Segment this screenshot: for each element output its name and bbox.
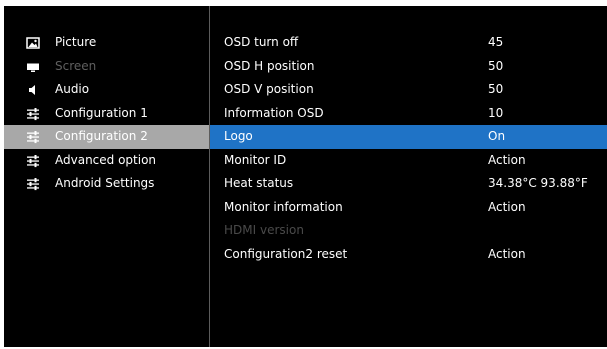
setting-label: HDMI version [224,223,304,237]
setting-label: OSD turn off [224,35,299,49]
sliders-icon [26,107,40,121]
setting-osd-h-position[interactable]: OSD H position 50 [210,55,607,79]
sidebar-item-configuration-2[interactable]: Configuration 2 [4,125,209,149]
setting-value: 45 [488,35,504,49]
screen-icon [26,60,40,74]
setting-heat-status[interactable]: Heat status 34.38°C 93.88°F [210,172,607,196]
setting-hdmi-version: HDMI version [210,219,607,243]
sliders-icon [26,130,40,144]
setting-monitor-id[interactable]: Monitor ID Action [210,149,607,173]
sidebar-item-screen[interactable]: Screen [4,55,209,79]
sidebar-item-label: Configuration 2 [55,129,148,143]
sidebar-item-label: Audio [55,82,90,96]
setting-configuration2-reset[interactable]: Configuration2 reset Action [210,243,607,267]
sidebar-item-label: Advanced option [55,152,157,167]
sidebar-item-picture[interactable]: Picture [4,31,209,55]
setting-value: 10 [488,105,504,120]
sidebar-item-configuration-1[interactable]: Configuration 1 [4,102,209,126]
setting-value: On [488,129,506,143]
setting-label: OSD V position [224,82,314,96]
setting-label: Logo [224,129,253,143]
sidebar-item-advanced-option[interactable]: Advanced option [4,149,209,173]
setting-label: Monitor information [224,199,343,214]
settings-list: OSD turn off 45 OSD H position 50 OSD V … [210,31,607,266]
setting-label: OSD H position [224,58,315,73]
sidebar-item-audio[interactable]: Audio [4,78,209,102]
setting-value: Action [488,152,526,167]
sliders-icon [26,177,40,191]
category-sidebar: Picture Screen Audio Configuration 1 Con… [4,31,209,196]
setting-logo[interactable]: Logo On [210,125,607,149]
setting-information-osd[interactable]: Information OSD 10 [210,102,607,126]
setting-value: Action [488,246,526,261]
setting-osd-turn-off[interactable]: OSD turn off 45 [210,31,607,55]
setting-value: Action [488,199,526,214]
speaker-icon [26,83,40,97]
setting-label: Configuration2 reset [224,246,348,261]
sidebar-item-label: Configuration 1 [55,105,148,120]
setting-monitor-information[interactable]: Monitor information Action [210,196,607,220]
picture-icon [26,36,40,50]
setting-label: Heat status [224,176,294,190]
sidebar-item-label: Android Settings [55,176,155,190]
setting-osd-v-position[interactable]: OSD V position 50 [210,78,607,102]
setting-label: Information OSD [224,105,324,120]
osd-menu: Picture Screen Audio Configuration 1 Con… [4,6,607,347]
sidebar-item-label: Screen [55,58,97,73]
setting-label: Monitor ID [224,152,287,167]
setting-value: 50 [488,82,504,96]
sliders-icon [26,154,40,168]
setting-value: 50 [488,58,504,73]
setting-value: 34.38°C 93.88°F [488,176,588,190]
sidebar-item-label: Picture [55,35,97,49]
sidebar-item-android-settings[interactable]: Android Settings [4,172,209,196]
